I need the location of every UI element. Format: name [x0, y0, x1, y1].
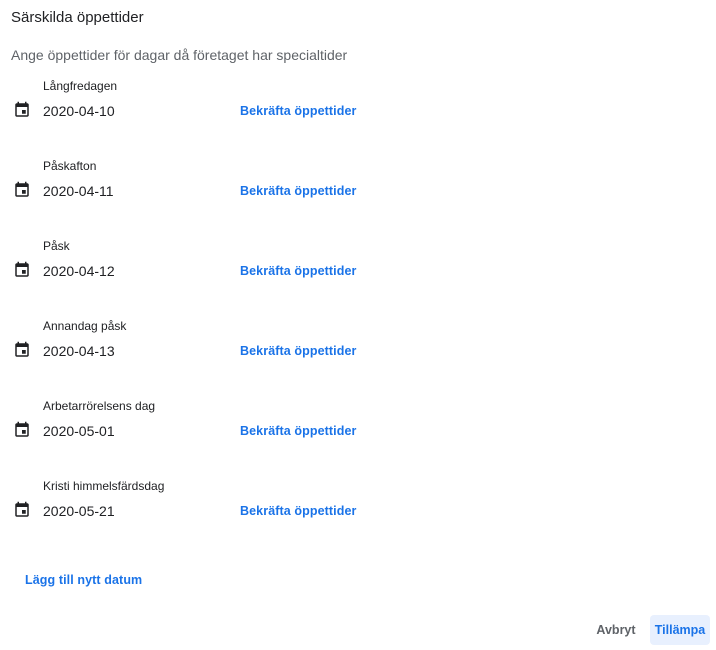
- special-day-row: Påsk 2020-04-12 Bekräfta öppettider: [0, 238, 716, 298]
- calendar-icon[interactable]: [13, 501, 31, 519]
- calendar-icon[interactable]: [13, 421, 31, 439]
- special-day-row: Långfredagen 2020-04-10 Bekräfta öppetti…: [0, 78, 716, 138]
- date-field[interactable]: 2020-04-12: [43, 262, 115, 280]
- special-day-row: Påskafton 2020-04-11 Bekräfta öppettider: [0, 158, 716, 218]
- calendar-icon[interactable]: [13, 261, 31, 279]
- calendar-icon[interactable]: [13, 181, 31, 199]
- confirm-hours-button[interactable]: Bekräfta öppettider: [240, 343, 357, 359]
- special-day-row: Kristi himmelsfärdsdag 2020-05-21 Bekräf…: [0, 478, 716, 538]
- date-field[interactable]: 2020-04-11: [43, 182, 114, 200]
- confirm-hours-button[interactable]: Bekräfta öppettider: [240, 103, 357, 119]
- special-day-label: Annandag påsk: [43, 319, 127, 333]
- special-day-label: Påskafton: [43, 159, 97, 173]
- cancel-button[interactable]: Avbryt: [590, 615, 642, 645]
- special-hours-dialog: Särskilda öppettider Ange öppettider för…: [0, 0, 716, 650]
- apply-button[interactable]: Tillämpa: [650, 615, 710, 645]
- add-new-date-button[interactable]: Lägg till nytt datum: [25, 572, 142, 588]
- date-field[interactable]: 2020-05-01: [43, 422, 115, 440]
- date-field[interactable]: 2020-04-13: [43, 342, 115, 360]
- calendar-icon[interactable]: [13, 101, 31, 119]
- special-day-label: Påsk: [43, 239, 70, 253]
- calendar-icon[interactable]: [13, 341, 31, 359]
- special-day-row: Annandag påsk 2020-04-13 Bekräfta öppett…: [0, 318, 716, 378]
- special-day-label: Arbetarrörelsens dag: [43, 399, 156, 413]
- special-day-row: Arbetarrörelsens dag 2020-05-01 Bekräfta…: [0, 398, 716, 458]
- date-field[interactable]: 2020-04-10: [43, 102, 115, 120]
- special-day-label: Kristi himmelsfärdsdag: [43, 479, 165, 493]
- confirm-hours-button[interactable]: Bekräfta öppettider: [240, 183, 357, 199]
- dialog-subtitle: Ange öppettider för dagar då företaget h…: [11, 47, 348, 63]
- special-day-label: Långfredagen: [43, 79, 118, 93]
- confirm-hours-button[interactable]: Bekräfta öppettider: [240, 503, 357, 519]
- confirm-hours-button[interactable]: Bekräfta öppettider: [240, 423, 357, 439]
- confirm-hours-button[interactable]: Bekräfta öppettider: [240, 263, 357, 279]
- dialog-title: Särskilda öppettider: [11, 9, 144, 26]
- date-field[interactable]: 2020-05-21: [43, 502, 115, 520]
